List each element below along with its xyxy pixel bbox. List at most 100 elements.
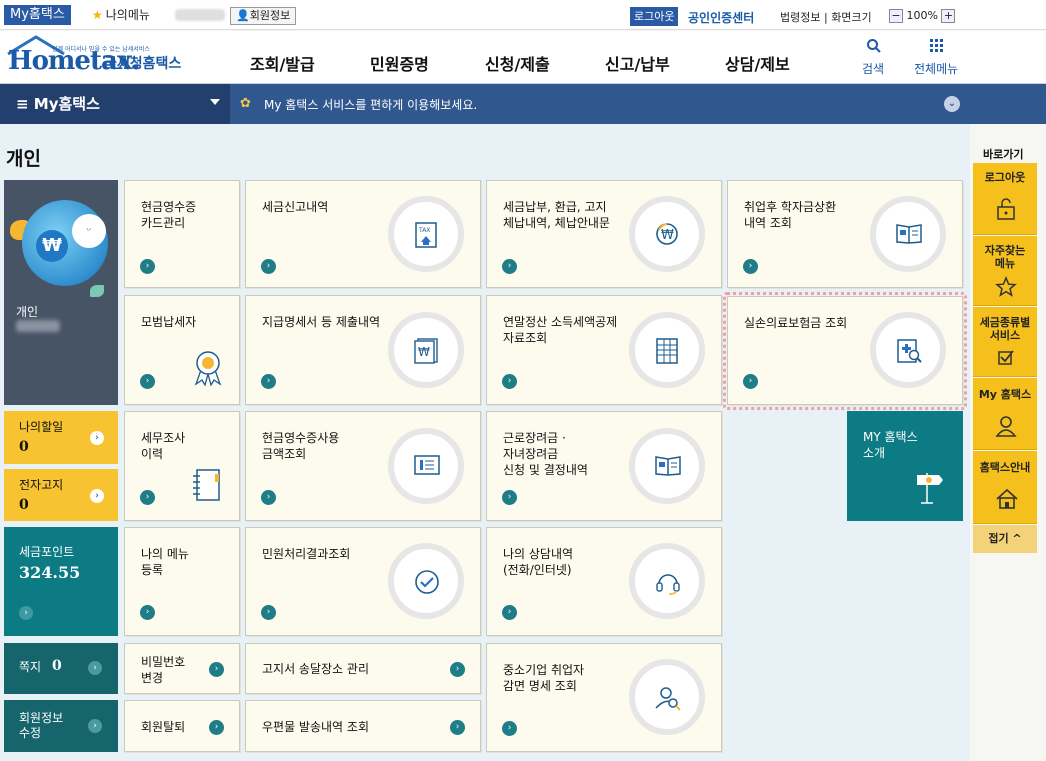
headset-icon [629,543,705,619]
card-student-loan[interactable]: 취업후 학자금상환 내역 조회 › [727,180,963,288]
unlock-icon [997,198,1015,220]
law-info-link[interactable]: 법령정보 [780,11,820,24]
card-withdraw[interactable]: 회원탈퇴 › [124,700,240,752]
logo-slogan: 언제 어디서나 믿을 수 있는 납세서비스 [52,46,150,53]
card-year-end[interactable]: 연말정산 소득세액공제 자료조회 › [486,295,722,405]
arrow-icon: › [209,662,224,677]
util-links: 법령정보 | 화면크기 [780,11,872,24]
e-notice-box[interactable]: 전자고지 0 › [4,469,118,521]
arrow-icon: › [743,259,758,274]
user-icon: 👤 [236,9,250,22]
arrow-icon: › [502,259,517,274]
tax-points-box[interactable]: 세금포인트 324.55 › [4,527,118,636]
card-payment-statement[interactable]: 지급명세서 등 제출내역 › ₩ [245,295,481,405]
myhome-tab[interactable]: My홈택스 [4,5,71,25]
nav-inquiry[interactable]: 조회/발급 [250,51,315,75]
user-name-blurred [175,9,225,21]
grid-menu-icon[interactable] [930,39,944,56]
search-icon[interactable] [866,38,882,57]
arrow-icon: › [261,490,276,505]
rail-logout-label: 로그아웃 [984,171,1026,184]
card-label: MY 홈택스 소개 [863,430,918,460]
spreadsheet-icon [629,312,705,388]
card-tax-payment[interactable]: 세금납부, 환급, 고지 체납내역, 체납안내문 › ₩ [486,180,722,288]
nav-application[interactable]: 신청/제출 [485,51,550,75]
card-notice-place[interactable]: 고지서 송달장소 관리 › [245,643,481,694]
myhome-dropdown[interactable]: ≡ My홈택스 [0,84,230,124]
card-audit-history[interactable]: 세무조사 이력 › [124,411,240,521]
arrow-icon: › [209,720,224,735]
bar-message: My 홈택스 서비스를 편하게 이용해보세요. [264,98,478,112]
won-circle-icon: ₩ [629,196,705,272]
card-petition-result[interactable]: 민원처리결과조회 › [245,527,481,636]
tax-document-icon: TAX [388,196,464,272]
rail-guide[interactable]: 홈택스안내 [973,451,1037,524]
card-label: 실손의료보험금 조회 [744,316,848,330]
page-title: 개인 [6,148,41,170]
card-medical-insurance[interactable]: 실손의료보험금 조회 › [727,296,963,405]
svg-text:TAX: TAX [418,227,430,234]
card-eitc[interactable]: 근로장려금 · 자녀장려금 신청 및 결정내역 › [486,411,722,521]
person-search-icon [629,659,705,735]
member-edit-label: 회원정보 수정 [19,711,64,740]
card-cash-usage[interactable]: 현금영수증사용 금액조회 › [245,411,481,521]
profile-name-blurred [16,320,60,332]
message-value: 0 [52,658,62,674]
zoom-in-button[interactable]: + [941,9,956,23]
tax-points-arrow-icon: › [19,606,33,620]
logout-button[interactable]: 로그아웃 [630,7,679,26]
card-model-taxpayer[interactable]: 모범납세자 › [124,295,240,405]
my-menu-link[interactable]: ★ 나의메뉴 [92,7,150,23]
card-label: 모범납세자 [141,315,197,329]
todo-value: 0 [19,439,29,455]
arrow-icon: › [261,374,276,389]
rail-favorites[interactable]: 자주찾는 메뉴 [973,236,1037,306]
arrow-icon: › [502,374,517,389]
card-label: 근로장려금 · 자녀장려금 신청 및 결정내역 [503,431,588,477]
card-cash-receipt[interactable]: 현금영수증 카드관리 › [124,180,240,288]
card-label: 현금영수증사용 금액조회 [262,431,340,461]
arrow-icon: › [502,605,517,620]
zoom-out-button[interactable]: − [889,9,903,23]
card-label: 연말정산 소득세액공제 자료조회 [503,315,618,345]
card-my-hometax-intro[interactable]: MY 홈택스 소개 [847,411,963,521]
todo-label: 나의할일 [19,420,64,434]
member-edit-box[interactable]: 회원정보 수정 › [4,700,118,752]
hometax-logo[interactable]: Hometax. [6,34,140,78]
medal-icon [194,351,222,386]
arrow-icon: › [450,662,465,677]
search-label[interactable]: 검색 [862,60,884,77]
cert-center-link[interactable]: 공인인증센터 [688,9,754,26]
screen-size-label: 화면크기 [831,11,872,24]
message-box[interactable]: 쪽지 0 › [4,643,118,694]
smile-face-icon: ᵕ [72,214,106,248]
card-consult-history[interactable]: 나의 상담내역 (전화/인터넷) › [486,527,722,636]
rail-my-hometax[interactable]: My 홈택스 [973,378,1037,450]
arrow-icon: › [140,490,155,505]
arrow-icon: › [140,374,155,389]
todo-box[interactable]: 나의할일 0 › [4,411,118,464]
member-info-button[interactable]: 👤회원정보 [230,7,297,25]
card-label: 회원탈퇴 [141,720,186,734]
card-sme-tax[interactable]: 중소기업 취업자 감면 명세 조회 › [486,643,722,752]
card-label: 우편물 발송내역 조회 [262,720,369,734]
open-book-icon [870,196,946,272]
card-label: 세무조사 이력 [141,431,186,461]
arrow-icon: › [261,605,276,620]
all-menu-label[interactable]: 전체메뉴 [914,60,958,77]
card-password-change[interactable]: 비밀번호 변경 › [124,643,240,694]
nav-consult[interactable]: 상담/제보 [725,51,790,75]
card-my-menu-register[interactable]: 나의 메뉴 등록 › [124,527,240,636]
rail-collapse-button[interactable]: 접기 ^ [973,525,1037,553]
card-mail-history[interactable]: 우편물 발송내역 조회 › [245,700,481,752]
won-coin-icon: ₩ [36,230,68,262]
logo-korean: 국세청홈택스 [104,56,182,72]
card-tax-report[interactable]: 세금신고내역 › TAX [245,180,481,288]
nav-certificates[interactable]: 민원증명 [370,51,429,75]
signpost-icon [917,473,943,504]
zoom-control: − 100% + [889,8,956,24]
expand-circle-icon[interactable]: ⌄ [944,96,960,112]
nav-report-pay[interactable]: 신고/납부 [605,51,670,75]
rail-tax-services[interactable]: 세금종류별 서비스 [973,307,1037,377]
rail-logout[interactable]: 로그아웃 [973,163,1037,235]
